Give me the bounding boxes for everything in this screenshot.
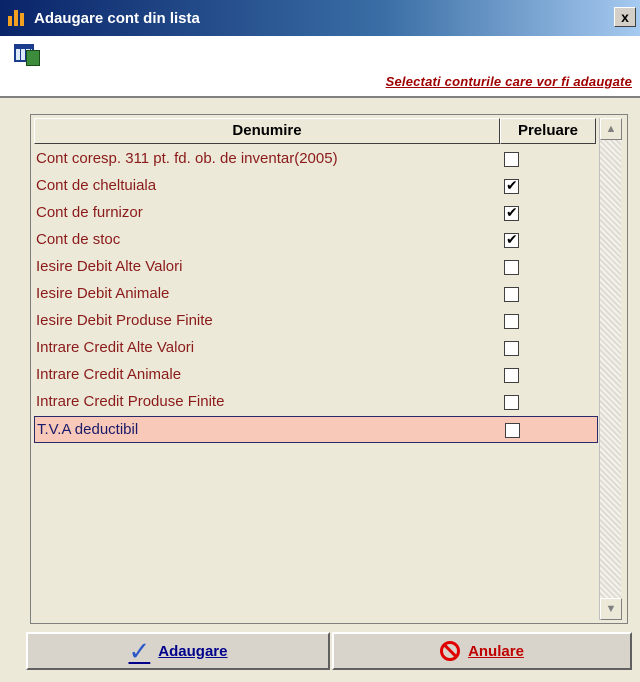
- table-row[interactable]: Iesire Debit Alte Valori: [34, 254, 598, 281]
- checkmark-icon: ✔: [506, 204, 518, 220]
- table-grid-icon: [14, 44, 40, 66]
- accounts-grid: Denumire Preluare Cont coresp. 311 pt. f…: [30, 114, 628, 624]
- chart-bars-icon: [6, 8, 28, 28]
- table-row[interactable]: Cont coresp. 311 pt. fd. ob. de inventar…: [34, 146, 598, 173]
- prohibited-icon: [440, 641, 461, 661]
- take-checkbox[interactable]: [504, 152, 519, 167]
- cancel-button[interactable]: Anulare: [332, 632, 632, 670]
- cancel-button-label: Anulare: [468, 642, 524, 660]
- table-row[interactable]: Intrare Credit Alte Valori: [34, 335, 598, 362]
- title-bar: Adaugare cont din lista x: [0, 0, 640, 36]
- account-name: Intrare Credit Alte Valori: [36, 339, 195, 356]
- checkmark-icon: ✓: [128, 636, 151, 666]
- account-name: Cont de cheltuiala: [36, 177, 157, 194]
- account-name: Iesire Debit Alte Valori: [36, 258, 183, 275]
- table-row[interactable]: Cont de stoc ✔: [34, 227, 598, 254]
- take-checkbox[interactable]: [504, 368, 519, 383]
- account-name: Cont de stoc: [36, 231, 121, 248]
- account-name: Iesire Debit Produse Finite: [36, 312, 213, 329]
- table-row[interactable]: Iesire Debit Produse Finite: [34, 308, 598, 335]
- take-checkbox[interactable]: [504, 314, 519, 329]
- add-button[interactable]: ✓ Adaugare: [26, 632, 330, 670]
- checkmark-icon: ✔: [506, 177, 518, 193]
- table-row[interactable]: Cont de cheltuiala ✔: [34, 173, 598, 200]
- account-name: Intrare Credit Produse Finite: [36, 393, 225, 410]
- account-name: T.V.A deductibil: [37, 421, 139, 438]
- header-panel: Selectati conturile care vor fi adaugate: [0, 36, 640, 98]
- take-checkbox[interactable]: [504, 341, 519, 356]
- take-checkbox[interactable]: ✔: [504, 231, 519, 248]
- account-name: Iesire Debit Animale: [36, 285, 170, 302]
- close-button[interactable]: x: [614, 7, 636, 27]
- scroll-down-button[interactable]: ▼: [600, 598, 622, 620]
- column-header-name[interactable]: Denumire: [34, 118, 500, 144]
- table-row[interactable]: T.V.A deductibil: [34, 416, 598, 443]
- table-row[interactable]: Iesire Debit Animale: [34, 281, 598, 308]
- vertical-scrollbar[interactable]: ▲ ▼: [599, 118, 622, 620]
- window-title: Adaugare cont din lista: [34, 9, 200, 27]
- column-header-take[interactable]: Preluare: [500, 118, 596, 144]
- take-checkbox[interactable]: [504, 287, 519, 302]
- scroll-up-button[interactable]: ▲: [600, 118, 622, 140]
- header-hint: Selectati conturile care vor fi adaugate: [385, 74, 632, 89]
- table-row[interactable]: Cont de furnizor ✔: [34, 200, 598, 227]
- account-name: Intrare Credit Animale: [36, 366, 182, 383]
- take-checkbox[interactable]: [504, 260, 519, 275]
- take-checkbox[interactable]: ✔: [504, 204, 519, 221]
- table-row[interactable]: Intrare Credit Animale: [34, 362, 598, 389]
- add-button-label: Adaugare: [158, 642, 228, 660]
- take-checkbox[interactable]: ✔: [504, 177, 519, 194]
- table-row[interactable]: Intrare Credit Produse Finite: [34, 389, 598, 416]
- checkmark-icon: ✔: [506, 231, 518, 247]
- take-checkbox[interactable]: [505, 423, 520, 438]
- account-name: Cont de furnizor: [36, 204, 143, 221]
- take-checkbox[interactable]: [504, 395, 519, 410]
- account-name: Cont coresp. 311 pt. fd. ob. de inventar…: [36, 150, 338, 167]
